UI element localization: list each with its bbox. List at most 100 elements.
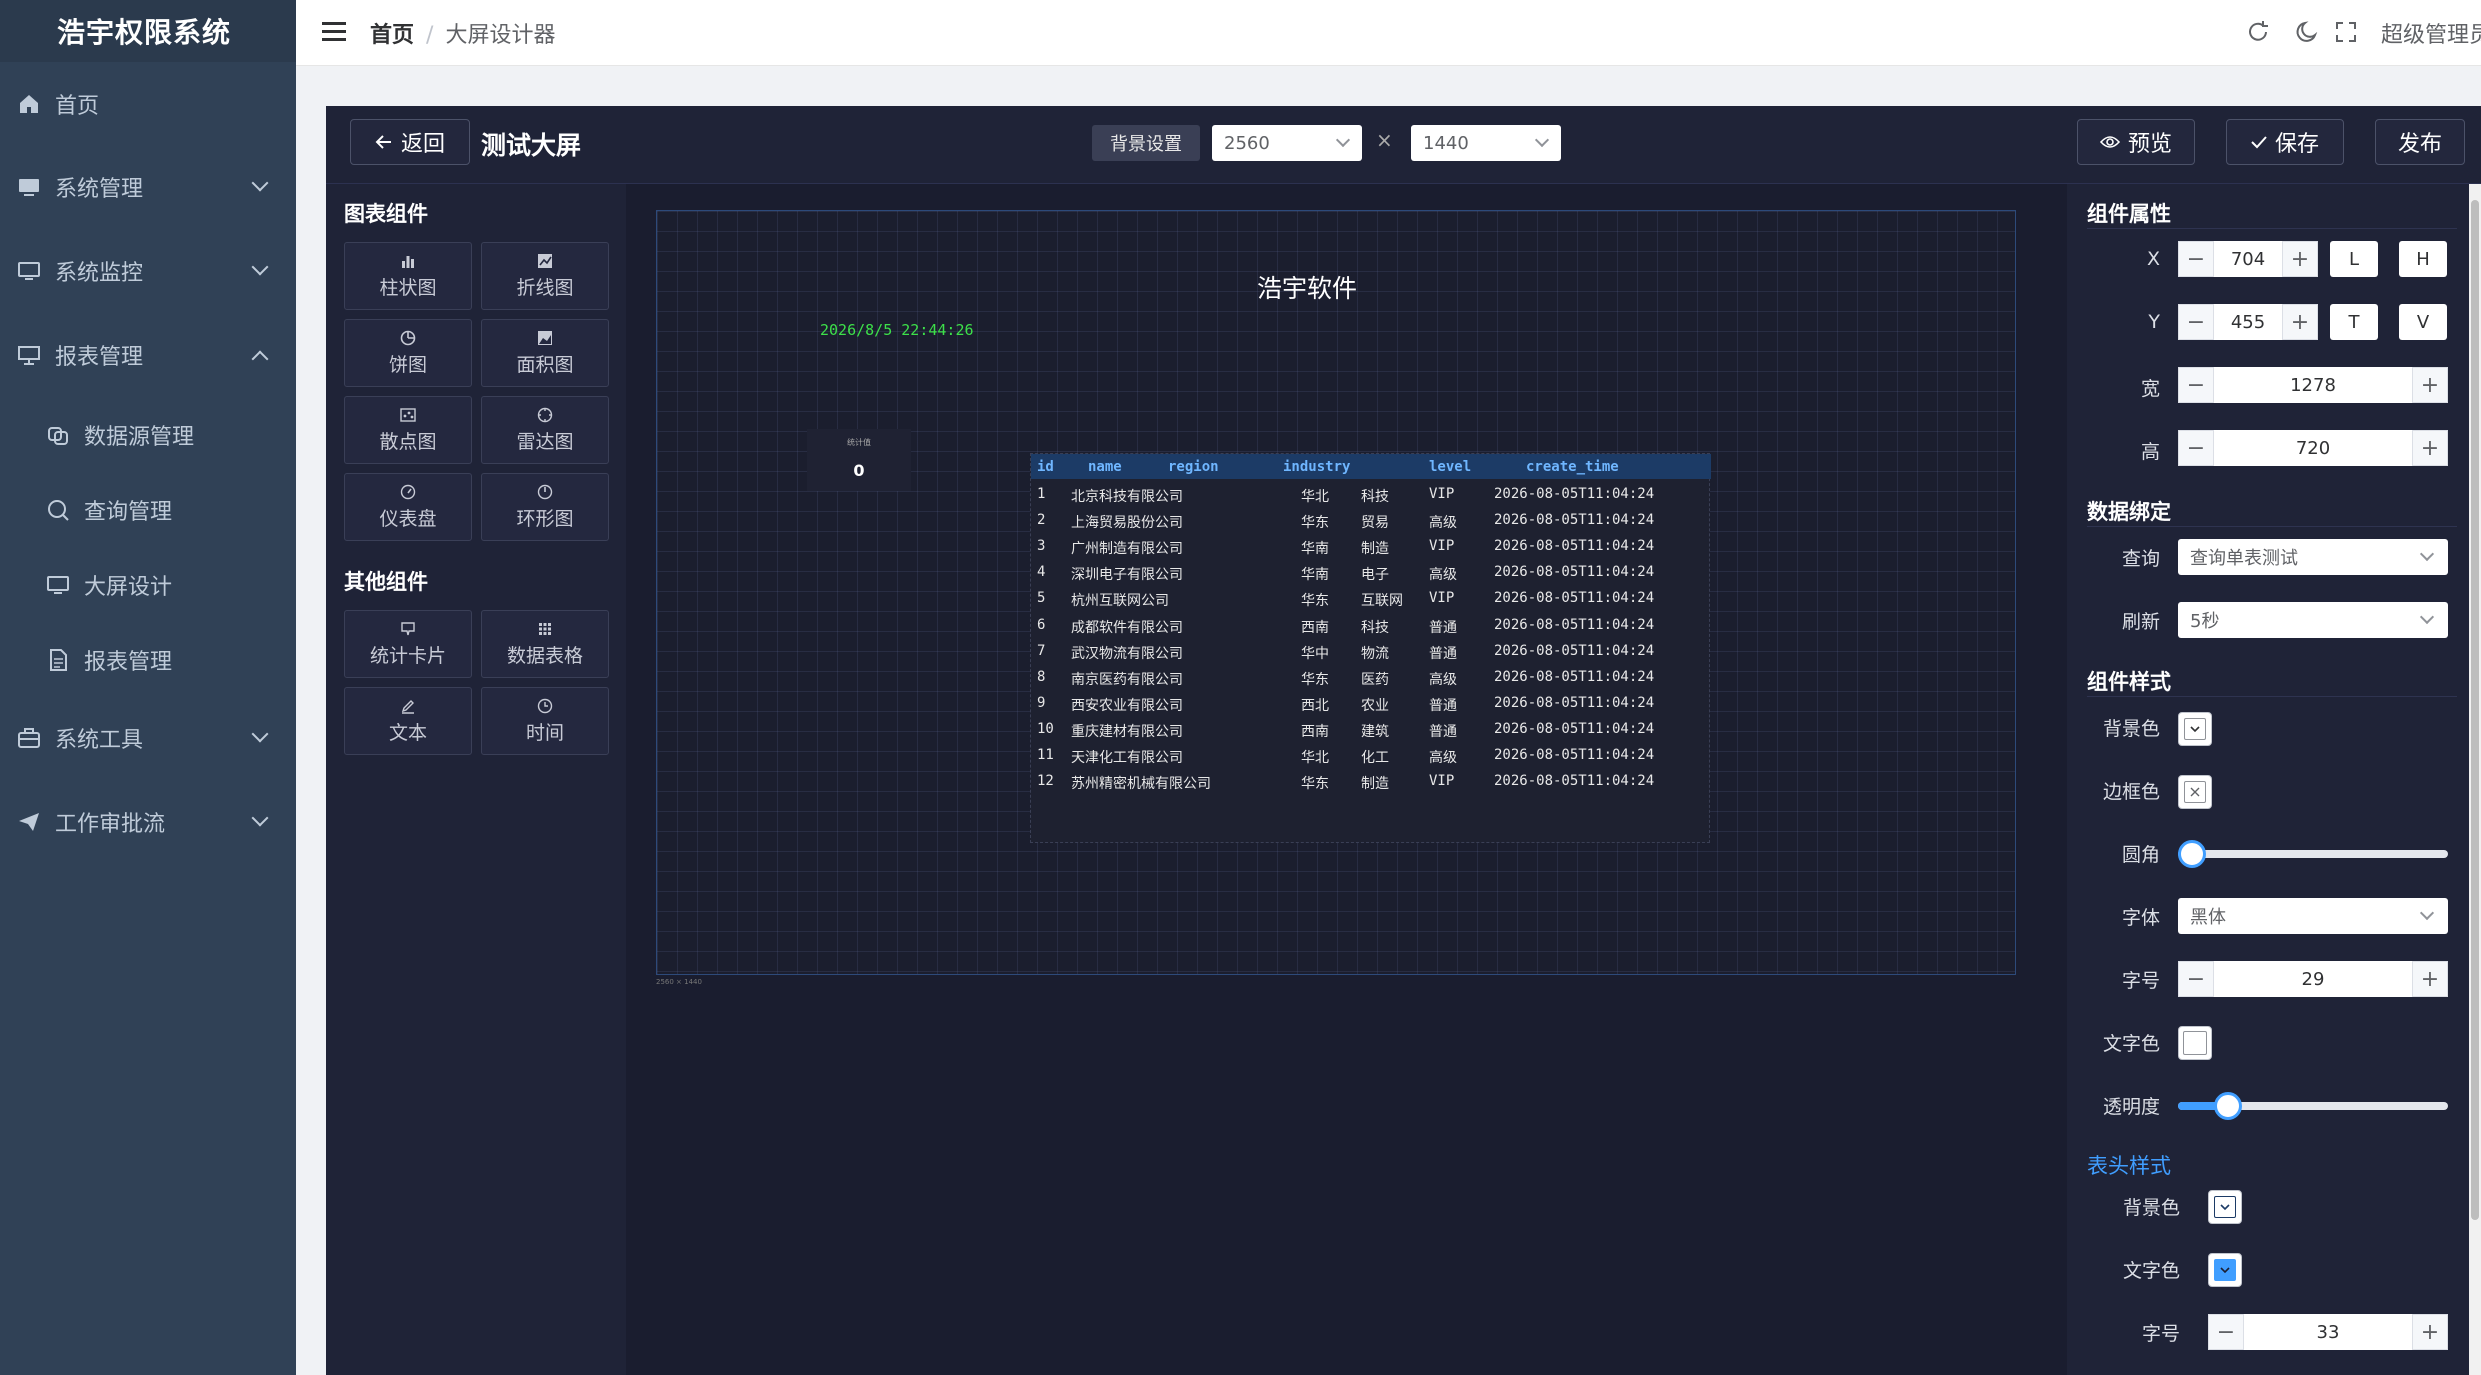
query-select[interactable]: 查询单表测试 <box>2178 539 2448 575</box>
canvas-time-widget[interactable]: 2026/8/5 22:44:26 <box>820 321 974 339</box>
table-row: 1 北京科技有限公司 华北 科技 VIP 2026-08-05T11:04:24 <box>1031 482 1711 508</box>
border-color-picker[interactable] <box>2178 775 2212 809</box>
moon-icon[interactable] <box>2295 20 2319 44</box>
plus-icon[interactable]: + <box>2412 1314 2448 1350</box>
opacity-slider[interactable] <box>2178 1092 2448 1120</box>
font-size-input[interactable]: − 29 + <box>2178 961 2448 997</box>
sidebar-item-datasource[interactable]: 数据源管理 <box>0 405 296 465</box>
height-input[interactable]: − 720 + <box>2178 430 2448 466</box>
table-cell: VIP <box>1429 590 1455 607</box>
design-canvas[interactable]: 浩宇软件 2026/8/5 22:44:26 统计值 0 id name reg… <box>656 210 2016 975</box>
component-stat-card[interactable]: 统计卡片 <box>344 610 472 678</box>
hamburger-icon[interactable] <box>322 22 346 42</box>
table-row: 10 重庆建材有限公司 西南 建筑 普通 2026-08-05T11:04:24 <box>1031 717 1711 743</box>
background-settings-button[interactable]: 背景设置 <box>1092 125 1200 161</box>
component-pie-chart[interactable]: 饼图 <box>344 319 472 387</box>
minus-icon[interactable]: − <box>2178 367 2214 403</box>
preview-button[interactable]: 预览 <box>2077 119 2195 165</box>
property-panel-scrollbar[interactable] <box>2469 184 2481 1375</box>
component-time[interactable]: 时间 <box>481 687 609 755</box>
component-area-chart[interactable]: 面积图 <box>481 319 609 387</box>
width-input[interactable]: − 1278 + <box>2178 367 2448 403</box>
search-icon <box>48 500 69 521</box>
table-cell: 2026-08-05T11:04:24 <box>1494 564 1655 581</box>
refresh-icon[interactable] <box>2246 20 2270 44</box>
table-header-cell: level <box>1429 459 1472 475</box>
sidebar-item-system[interactable]: 系统管理 <box>0 157 296 217</box>
sidebar-item-monitor[interactable]: 系统监控 <box>0 241 296 301</box>
publish-button[interactable]: 发布 <box>2375 119 2465 165</box>
canvas-title-text[interactable]: 浩宇软件 <box>1257 269 1357 305</box>
fullscreen-icon[interactable] <box>2334 20 2358 44</box>
text-color-picker[interactable] <box>2178 1026 2212 1060</box>
component-text[interactable]: 文本 <box>344 687 472 755</box>
slider-handle[interactable] <box>2178 840 2206 868</box>
header-bg-color-picker[interactable] <box>2208 1190 2242 1224</box>
component-ring-chart[interactable]: 环形图 <box>481 473 609 541</box>
component-line-chart[interactable]: 折线图 <box>481 242 609 310</box>
height-select[interactable]: 1440 <box>1411 125 1561 161</box>
plus-icon[interactable]: + <box>2282 304 2318 340</box>
table-cell: 1 <box>1037 486 1046 502</box>
minus-icon[interactable]: − <box>2178 304 2214 340</box>
component-data-table[interactable]: 数据表格 <box>481 610 609 678</box>
plus-icon[interactable]: + <box>2412 961 2448 997</box>
header-font-size-input[interactable]: − 33 + <box>2208 1314 2448 1350</box>
table-cell: 西南 <box>1301 723 1329 740</box>
minus-icon[interactable]: − <box>2178 430 2214 466</box>
minus-icon[interactable]: − <box>2178 961 2214 997</box>
chevron-down-icon <box>2419 905 2435 921</box>
x-input[interactable]: −704 + <box>2178 241 2318 277</box>
table-cell: 华东 <box>1301 593 1329 610</box>
font-size-value: 29 <box>2301 968 2325 990</box>
chevron-down-icon <box>2184 718 2206 740</box>
table-cell: VIP <box>1429 773 1455 790</box>
font-select[interactable]: 黑体 <box>2178 898 2448 934</box>
y-input[interactable]: −455 + <box>2178 304 2318 340</box>
sidebar-item-tools[interactable]: 系统工具 <box>0 708 296 768</box>
scrollbar-thumb[interactable] <box>2471 200 2479 1220</box>
sidebar-item-reports[interactable]: 报表管理 <box>0 325 296 385</box>
slider-handle[interactable] <box>2214 1092 2243 1120</box>
component-label: 折线图 <box>516 276 574 299</box>
pen-icon <box>401 699 414 714</box>
user-name[interactable]: 超级管理员 <box>2381 17 2481 49</box>
breadcrumb-current: 大屏设计器 <box>445 23 556 48</box>
component-scatter-chart[interactable]: 散点图 <box>344 396 472 464</box>
breadcrumb-home[interactable]: 首页 <box>370 23 414 48</box>
plus-icon[interactable]: + <box>2282 241 2318 277</box>
header-text-color-picker[interactable] <box>2208 1253 2242 1287</box>
sidebar-item-label: 数据源管理 <box>84 425 195 450</box>
sidebar-item-home[interactable]: 首页 <box>0 74 296 134</box>
canvas-stat-card[interactable]: 统计值 0 <box>807 429 911 491</box>
align-top-button[interactable]: T <box>2330 304 2378 340</box>
canvas-data-table[interactable]: id name region industry level create_tim… <box>1030 453 1711 843</box>
font-value: 黑体 <box>2190 907 2226 928</box>
back-button[interactable]: 返回 <box>350 119 470 165</box>
component-radar-chart[interactable]: 雷达图 <box>481 396 609 464</box>
component-gauge[interactable]: 仪表盘 <box>344 473 472 541</box>
sidebar-item-workflow[interactable]: 工作审批流 <box>0 792 296 852</box>
minus-icon[interactable]: − <box>2208 1314 2244 1350</box>
top-header: 首页 / 大屏设计器 超级管理员 <box>296 0 2481 66</box>
component-bar-chart[interactable]: 柱状图 <box>344 242 472 310</box>
chevron-down-icon <box>1335 132 1351 148</box>
plus-icon[interactable]: + <box>2412 367 2448 403</box>
radius-slider[interactable] <box>2178 840 2448 868</box>
align-left-button[interactable]: L <box>2330 241 2378 277</box>
save-button[interactable]: 保存 <box>2226 119 2344 165</box>
align-hcenter-button[interactable]: H <box>2399 241 2447 277</box>
query-value: 查询单表测试 <box>2190 548 2298 569</box>
bg-color-picker[interactable] <box>2178 712 2212 746</box>
table-header-cell: name <box>1088 459 1122 475</box>
sidebar-item-report-manage[interactable]: 报表管理 <box>0 630 296 690</box>
width-select[interactable]: 2560 <box>1212 125 1362 161</box>
refresh-select[interactable]: 5秒 <box>2178 602 2448 638</box>
plus-icon[interactable]: + <box>2412 430 2448 466</box>
divider <box>2087 526 2457 527</box>
sidebar-item-screen-design[interactable]: 大屏设计 <box>0 555 296 615</box>
minus-icon[interactable]: − <box>2178 241 2214 277</box>
align-vcenter-button[interactable]: V <box>2399 304 2447 340</box>
sidebar-item-query[interactable]: 查询管理 <box>0 480 296 540</box>
home-icon <box>20 95 38 113</box>
